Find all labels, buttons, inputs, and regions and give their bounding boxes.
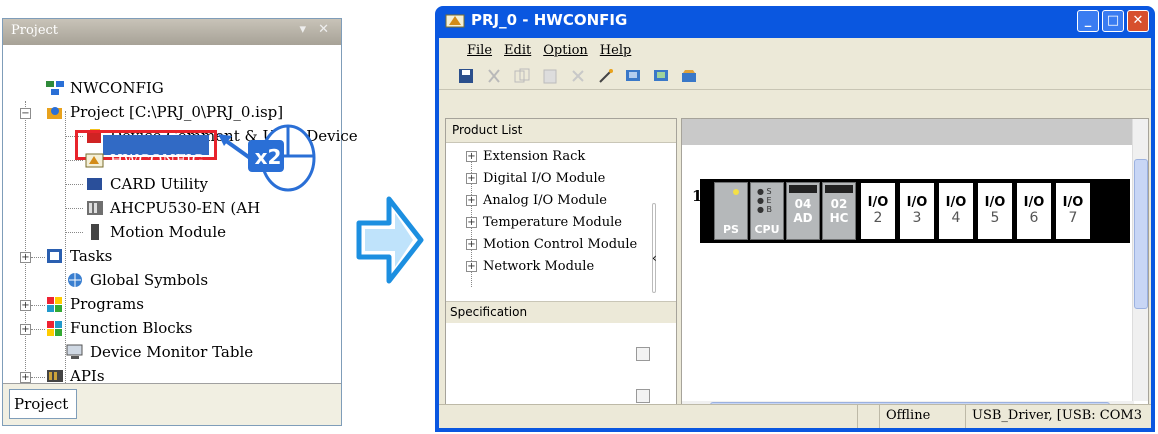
scan-icon[interactable] <box>681 68 699 84</box>
io-slot-4[interactable]: I/O 4 <box>938 182 974 240</box>
right-arrow-icon <box>356 196 424 284</box>
globe-icon <box>65 271 85 289</box>
collapse-arrow-icon[interactable]: ‹ <box>652 251 657 265</box>
hwconfig-icon <box>85 151 105 169</box>
tasks-icon <box>45 247 65 265</box>
hwconfig-window: PRJ_0 - HWCONFIG _ □ ✕ File Edit Option … <box>435 6 1155 432</box>
project-panel: Project ▾ ✕ NWCONFIG − Project [C:\PRJ_0… <box>2 18 358 426</box>
status-indicator <box>857 405 879 428</box>
scroll-down-button[interactable] <box>636 389 650 403</box>
cpu-icon <box>85 199 105 217</box>
paste-icon[interactable] <box>541 68 559 84</box>
double-click-label: x2 <box>254 145 282 169</box>
tree-item-function-blocks[interactable]: Function Blocks <box>45 317 192 339</box>
io-slot-2[interactable]: I/O 2 <box>860 182 896 240</box>
io-slot-6[interactable]: I/O 6 <box>1016 182 1052 240</box>
menu-option[interactable]: Option <box>543 43 588 58</box>
vertical-scrollbar[interactable] <box>1132 119 1148 401</box>
tree-item-cpu[interactable]: AHCPU530-EN (AH <box>85 197 260 219</box>
tab-project[interactable]: Project <box>9 389 77 419</box>
product-digital-io[interactable]: + Digital I/O Module <box>466 171 605 186</box>
panel-controls[interactable]: ▾ ✕ <box>299 22 333 37</box>
product-extension-rack[interactable]: + Extension Rack <box>466 149 585 164</box>
cut-icon[interactable] <box>485 68 503 84</box>
save-icon[interactable] <box>457 68 475 84</box>
tree-item-device-monitor-table[interactable]: Device Monitor Table <box>65 341 253 363</box>
product-list-header: Product List <box>446 119 676 143</box>
motion-icon <box>85 223 105 241</box>
toolbar <box>439 62 1151 90</box>
download-icon[interactable] <box>625 68 643 84</box>
tree-item-motion-module[interactable]: Motion Module <box>85 221 226 243</box>
menu-file[interactable]: File <box>467 43 492 58</box>
io-slot-5[interactable]: I/O 5 <box>977 182 1013 240</box>
tree-item-card-utility[interactable]: CARD Utility <box>85 173 208 195</box>
product-temperature[interactable]: + Temperature Module <box>466 215 622 230</box>
delete-icon[interactable] <box>569 68 587 84</box>
tree-item-hwconfig[interactable]: HWCONFIG <box>85 149 204 171</box>
tree-item-nwconfig[interactable]: NWCONFIG <box>45 77 164 99</box>
programs-icon <box>45 295 65 313</box>
tree-item-tasks[interactable]: Tasks <box>45 245 112 267</box>
io-slot-3[interactable]: I/O 3 <box>899 182 935 240</box>
maximize-button[interactable]: □ <box>1102 10 1124 32</box>
product-network[interactable]: + Network Module <box>466 259 594 274</box>
expand-apis-toggle[interactable]: + <box>20 372 31 383</box>
product-motion-control[interactable]: + Motion Control Module <box>466 237 637 252</box>
upload-icon[interactable] <box>653 68 671 84</box>
status-mode: Offline <box>879 405 965 428</box>
tree-item-global-symbols[interactable]: Global Symbols <box>65 269 208 291</box>
module-ps[interactable]: PS <box>714 182 748 240</box>
hwconfig-logo-icon <box>445 14 465 28</box>
specification-header: Specification <box>446 301 676 323</box>
card-icon <box>85 175 105 193</box>
io-slot-7[interactable]: I/O 7 <box>1055 182 1091 240</box>
expand-programs-toggle[interactable]: + <box>20 300 31 311</box>
project-panel-title: Project <box>11 23 59 38</box>
product-list-pane: Product List + Extension Rack + Digital I/… <box>445 118 677 418</box>
window-client: File Edit Option Help Product List + Exte… <box>439 38 1151 428</box>
module-hc[interactable]: 02 HC <box>822 182 856 240</box>
minimize-button[interactable]: _ <box>1077 10 1099 32</box>
window-title: PRJ_0 - HWCONFIG <box>471 11 628 29</box>
rack-header <box>682 119 1148 145</box>
collapse-project-toggle[interactable]: − <box>20 108 31 119</box>
expand-function-blocks-toggle[interactable]: + <box>20 324 31 335</box>
status-bar: Offline USB_Driver, [USB: COM3 <box>439 404 1151 428</box>
project-panel-titlebar: Project ▾ ✕ <box>3 19 341 45</box>
menu-edit[interactable]: Edit <box>504 43 531 58</box>
monitor-icon <box>65 343 85 361</box>
menu-bar: File Edit Option Help <box>439 38 1151 62</box>
scroll-up-button[interactable] <box>636 347 650 361</box>
main-rack: PS ● S ● E ● B CPU 04 AD 02 HC I/O 2 I/O 3 <box>700 179 1130 243</box>
wand-icon[interactable] <box>597 68 615 84</box>
expand-tasks-toggle[interactable]: + <box>20 252 31 263</box>
tree-item-programs[interactable]: Programs <box>45 293 144 315</box>
splitter-handle[interactable] <box>652 203 656 293</box>
close-button[interactable]: ✕ <box>1127 10 1149 32</box>
project-tree: NWCONFIG − Project [C:\PRJ_0\PRJ_0.isp] … <box>3 45 358 397</box>
rack-view: 1 PS ● S ● E ● B CPU 04 AD 02 HC I/O 2 I… <box>681 118 1149 418</box>
network-icon <box>45 79 65 97</box>
window-titlebar[interactable]: PRJ_0 - HWCONFIG <box>439 6 1151 34</box>
project-icon <box>45 103 65 121</box>
module-cpu[interactable]: ● S ● E ● B CPU <box>750 182 784 240</box>
menu-help[interactable]: Help <box>600 43 632 58</box>
status-connection: USB_Driver, [USB: COM3 <box>965 405 1151 428</box>
copy-icon[interactable] <box>513 68 531 84</box>
function-blocks-icon <box>45 319 65 337</box>
product-analog-io[interactable]: + Analog I/O Module <box>466 193 607 208</box>
module-ad[interactable]: 04 AD <box>786 182 820 240</box>
